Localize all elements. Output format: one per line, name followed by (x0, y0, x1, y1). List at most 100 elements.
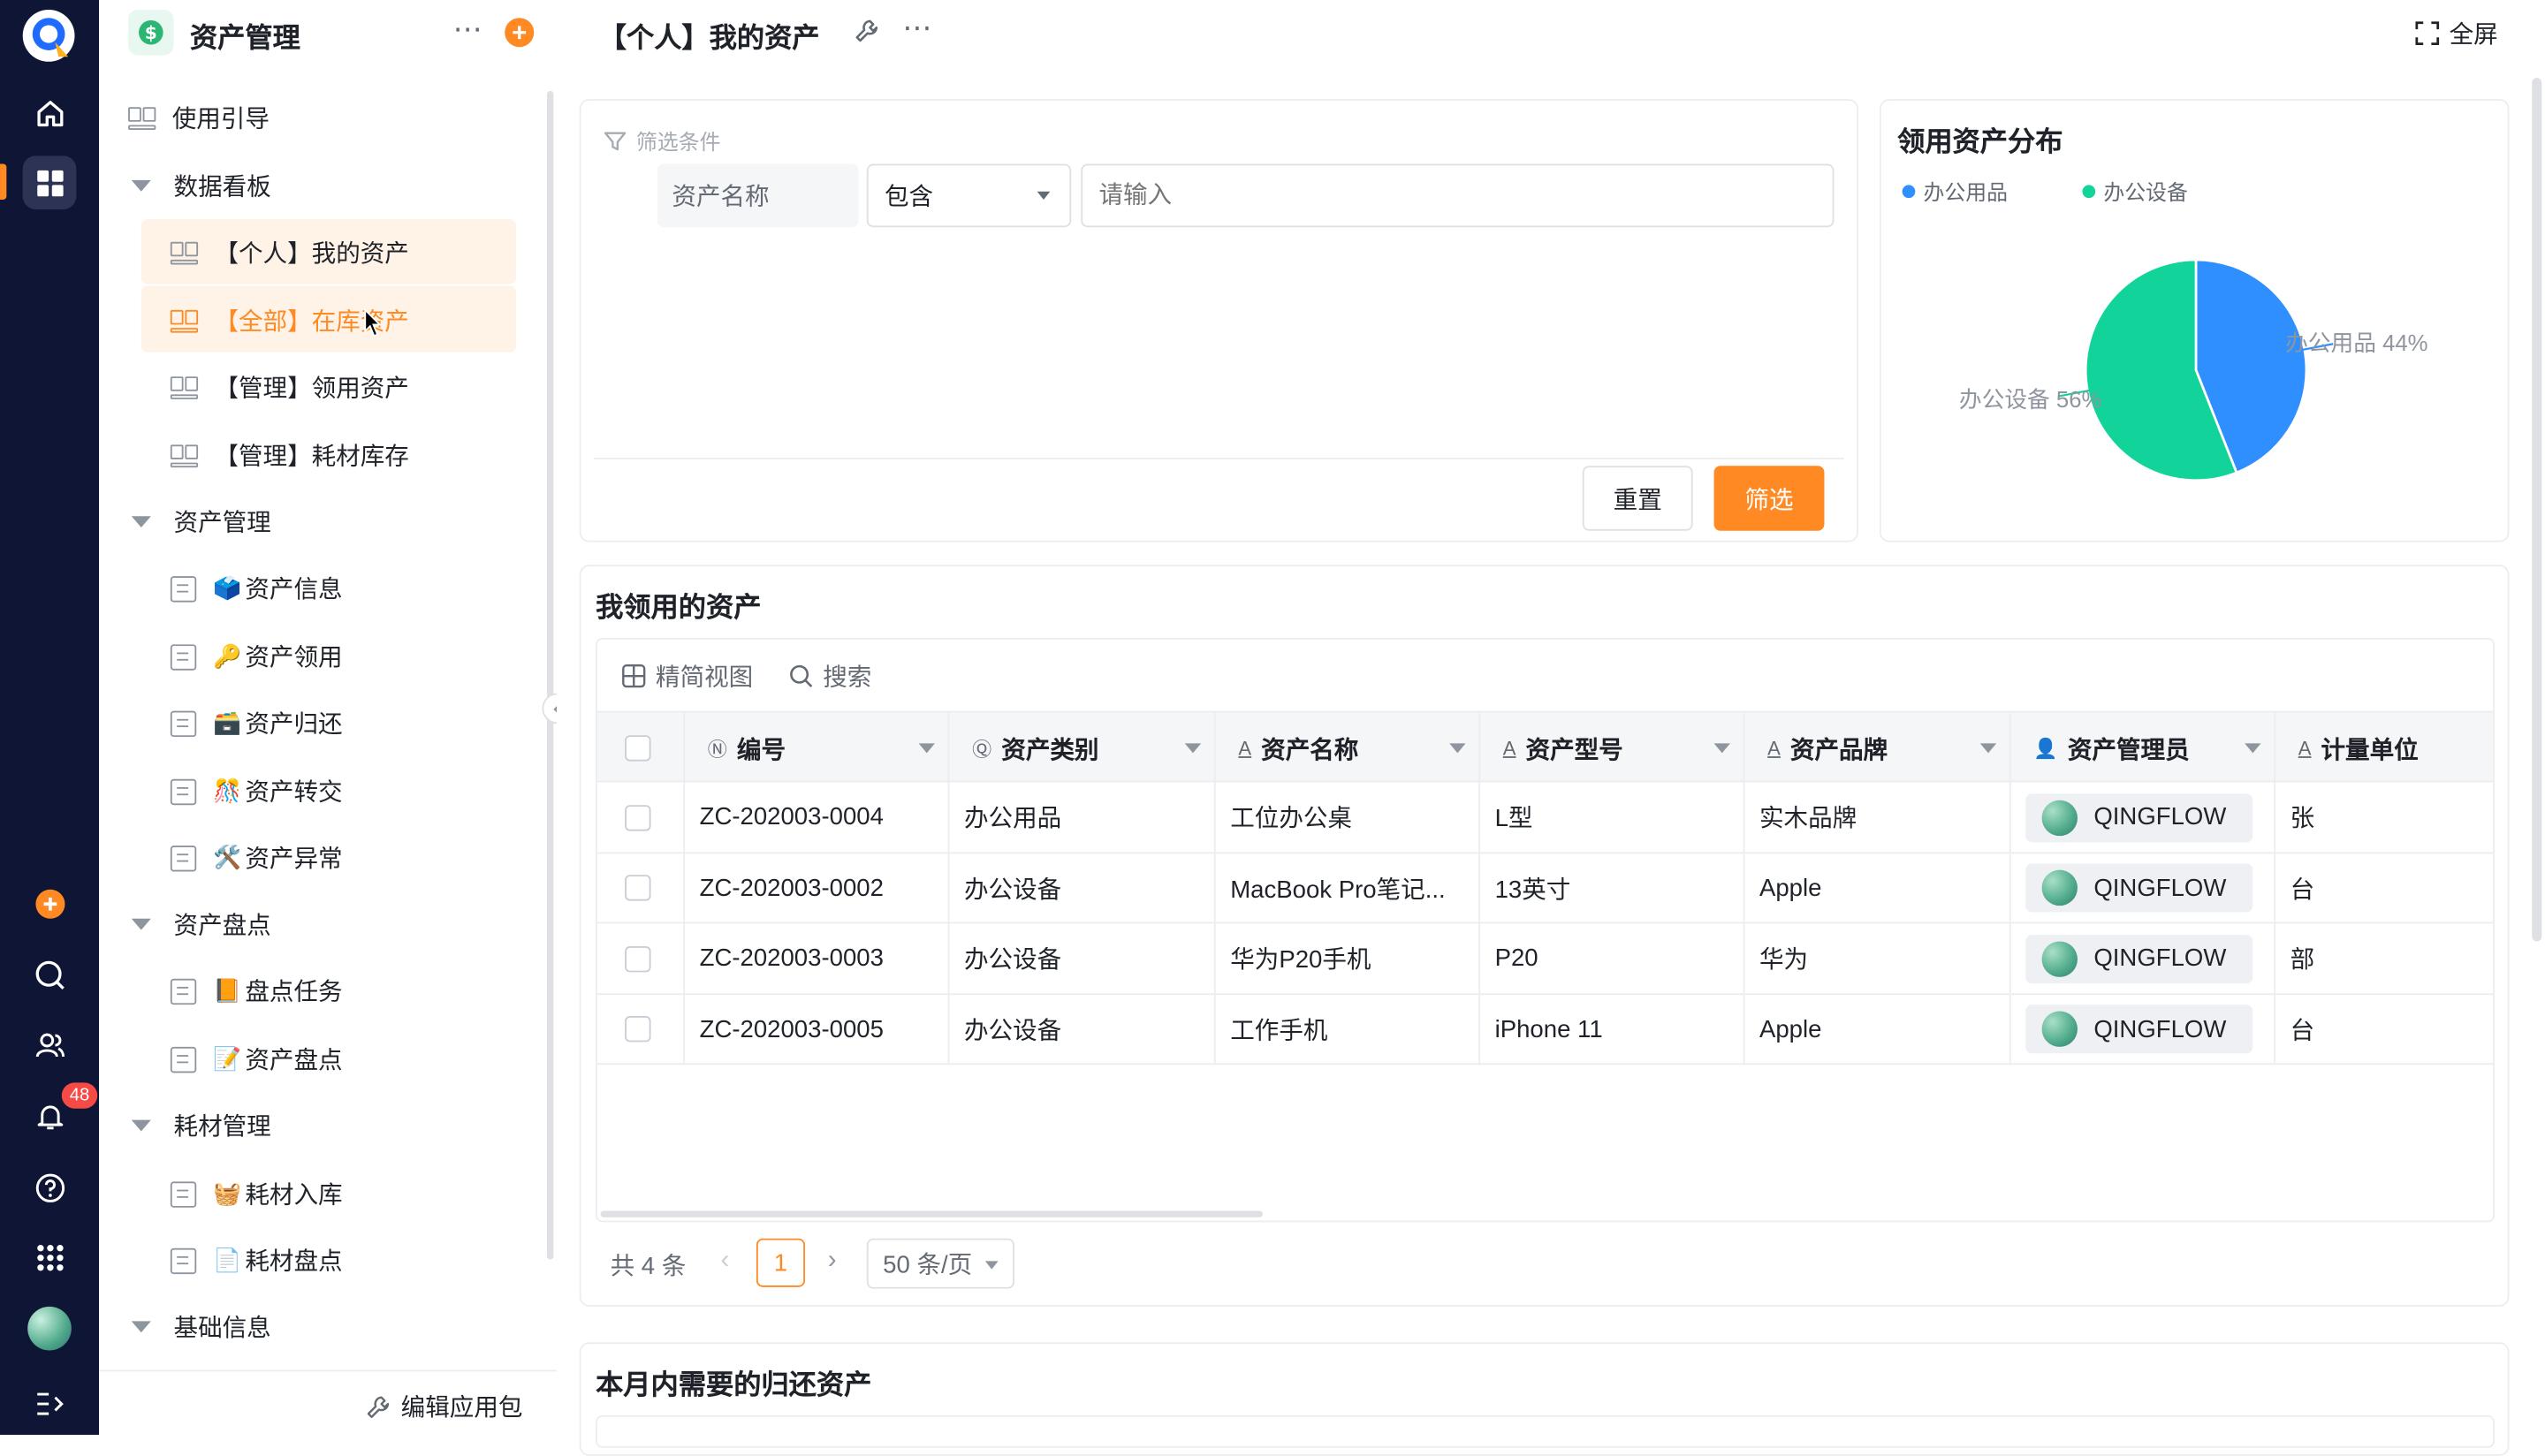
table-row[interactable]: ZC-202003-0004 办公用品 工位办公桌 L型 实木品牌 QINGFLOW 张 (596, 782, 2494, 853)
user-chip[interactable]: QINGFLOW (2025, 792, 2253, 842)
column-header-model[interactable]: A 资产型号 (1480, 712, 1745, 785)
column-header-number[interactable]: Ⓝ 编号 (685, 712, 950, 785)
user-chip[interactable]: QINGFLOW (2025, 863, 2253, 913)
cell-manager: QINGFLOW (2011, 782, 2276, 853)
column-menu-icon[interactable] (1979, 743, 1997, 754)
table-horizontal-scrollbar[interactable] (600, 1210, 1263, 1217)
help-icon[interactable] (23, 1161, 77, 1215)
sidebar-item-guide[interactable]: 使用引导 (128, 101, 270, 135)
column-menu-icon[interactable] (1449, 743, 1466, 754)
row-checkbox[interactable] (625, 804, 651, 830)
pie-chart-card: 领用资产分布 办公用品 办公设备 办公用品 44% 办公设备 56% (1879, 99, 2510, 542)
column-header-unit[interactable]: A 计量单位 (2275, 712, 2493, 784)
apply-filter-button[interactable]: 筛选 (1713, 466, 1825, 531)
sidebar-item-manage-claims[interactable]: 【管理】领用资产 (170, 370, 409, 405)
sidebar-item-asset-return[interactable]: 🗃️ 资产归还 (170, 706, 343, 740)
home-icon[interactable] (23, 86, 77, 140)
emoji-icon: 🔑 (213, 642, 242, 669)
column-header-brand[interactable]: A 资产品牌 (1744, 712, 2011, 785)
row-checkbox-cell[interactable] (597, 853, 686, 923)
row-checkbox-cell[interactable] (597, 994, 686, 1065)
sidebar-scrollbar[interactable] (546, 90, 554, 1260)
sidebar-group-basic-info[interactable]: 基础信息 (131, 1310, 271, 1345)
wrench-icon[interactable] (854, 18, 879, 52)
compact-view-button[interactable]: 精简视图 (621, 659, 753, 694)
wrench-icon (367, 1395, 390, 1418)
user-chip[interactable]: QINGFLOW (2025, 934, 2253, 983)
sidebar-item-consumables-stock[interactable]: 【管理】耗材库存 (170, 438, 409, 473)
contacts-icon[interactable] (23, 1018, 77, 1072)
table-search-button[interactable]: 搜索 (789, 659, 871, 694)
column-menu-icon[interactable] (918, 743, 935, 754)
cell-name: MacBook Pro笔记... (1216, 853, 1481, 923)
table-row[interactable]: ZC-202003-0005 办公设备 工作手机 iPhone 11 Apple QING… (596, 994, 2494, 1065)
sidebar-item-asset-exception[interactable]: 🛠️ 资产异常 (170, 841, 343, 876)
column-header-category[interactable]: Ⓠ 资产类别 (949, 712, 1216, 785)
more-icon[interactable]: ⋯ (902, 11, 931, 46)
sidebar-group-dashboards[interactable]: 数据看板 (131, 169, 271, 203)
reset-button[interactable]: 重置 (1582, 466, 1693, 531)
column-menu-icon[interactable] (1713, 743, 1730, 754)
table-row[interactable]: ZC-202003-0003 办公设备 华为P20手机 P20 华为 QINGFLOW 部 (596, 923, 2494, 995)
add-app-icon[interactable] (23, 876, 77, 930)
column-menu-icon[interactable] (1184, 743, 1202, 754)
sidebar-group-consumables[interactable]: 耗材管理 (131, 1109, 271, 1143)
user-chip[interactable]: QINGFLOW (2025, 1005, 2253, 1054)
sidebar-item-inventory-tasks[interactable]: 📙 盘点任务 (170, 974, 343, 1008)
prev-page-button[interactable]: ‹ (720, 1247, 729, 1276)
cell-text: ZC-202003-0004 (699, 803, 884, 831)
select-all-checkbox[interactable] (625, 735, 651, 762)
column-menu-icon[interactable] (2245, 743, 2261, 754)
table-row[interactable]: ZC-202003-0002 办公设备 MacBook Pro笔记... 13英寸 Ap… (596, 853, 2494, 924)
page-button-1[interactable]: 1 (756, 1238, 806, 1287)
apps-grid-icon[interactable] (22, 155, 77, 209)
main-scrollbar[interactable] (2532, 78, 2542, 942)
sidebar-item-consumables-in[interactable]: 🧺 耗材入库 (170, 1177, 343, 1211)
cell-text: 台 (2290, 1016, 2315, 1045)
row-checkbox[interactable] (625, 1016, 651, 1043)
total-count: 共 4 条 (610, 1253, 687, 1281)
column-header-manager[interactable]: 👤 资产管理员 (2011, 712, 2276, 785)
page-size-select[interactable]: 50 条/页 (866, 1238, 1014, 1289)
sidebar-group-asset-management[interactable]: 资产管理 (131, 504, 271, 539)
user-avatar[interactable] (27, 1306, 72, 1351)
add-item-icon[interactable] (505, 18, 535, 48)
next-page-button[interactable]: › (828, 1247, 837, 1276)
sidebar-group-label: 基础信息 (173, 1315, 271, 1343)
row-checkbox[interactable] (625, 875, 651, 901)
sidebar-item-asset-transfer[interactable]: 🎊 资产转交 (170, 774, 343, 808)
row-checkbox-cell[interactable] (597, 782, 686, 853)
form-icon (170, 845, 197, 871)
search-icon[interactable] (23, 948, 77, 1002)
column-header-name[interactable]: A 资产名称 (1216, 712, 1481, 785)
mouse-cursor (363, 307, 383, 345)
dashboard-icon (170, 240, 199, 264)
expand-sidebar-icon[interactable] (23, 1376, 77, 1430)
filter-operator-select[interactable]: 包含 (866, 163, 1072, 228)
app-more-icon[interactable]: ⋯ (452, 13, 483, 48)
sidebar-item-consumables-count[interactable]: 📄 耗材盘点 (170, 1243, 343, 1278)
edit-app-button[interactable]: 编辑应用包 (365, 1390, 522, 1424)
cell-category: 办公用品 (949, 782, 1216, 853)
filter-card: 筛选条件 资产名称 包含 重置 筛选 (579, 99, 1859, 542)
select-all-checkbox-cell[interactable] (597, 712, 686, 785)
return-card-title: 本月内需要的归还资产 (596, 1369, 872, 1401)
text-field-icon: A (1767, 737, 1781, 760)
user-name: QINGFLOW (2093, 944, 2227, 973)
cell-text: 办公用品 (963, 805, 1062, 833)
sidebar-group-inventory[interactable]: 资产盘点 (131, 907, 271, 942)
dashboard-icon (170, 375, 199, 399)
sidebar-item-asset-info[interactable]: 🗳️ 资产信息 (170, 572, 343, 606)
filter-value-input[interactable] (1081, 163, 1835, 228)
row-checkbox[interactable] (625, 945, 651, 972)
qingflow-logo[interactable] (19, 6, 78, 64)
form-icon (170, 709, 197, 737)
cell-text: 办公设备 (963, 1016, 1062, 1045)
row-checkbox-cell[interactable] (597, 923, 686, 994)
sidebar-item-asset-claim[interactable]: 🔑 资产领用 (170, 640, 343, 674)
sidebar-item-asset-inventory[interactable]: 📝 资产盘点 (170, 1042, 343, 1076)
fullscreen-button[interactable]: 全屏 (2415, 16, 2498, 50)
more-apps-icon[interactable] (23, 1231, 77, 1285)
sidebar-item-my-assets[interactable]: 【个人】我的资产 (170, 235, 409, 269)
app-icon: $ (128, 10, 174, 56)
